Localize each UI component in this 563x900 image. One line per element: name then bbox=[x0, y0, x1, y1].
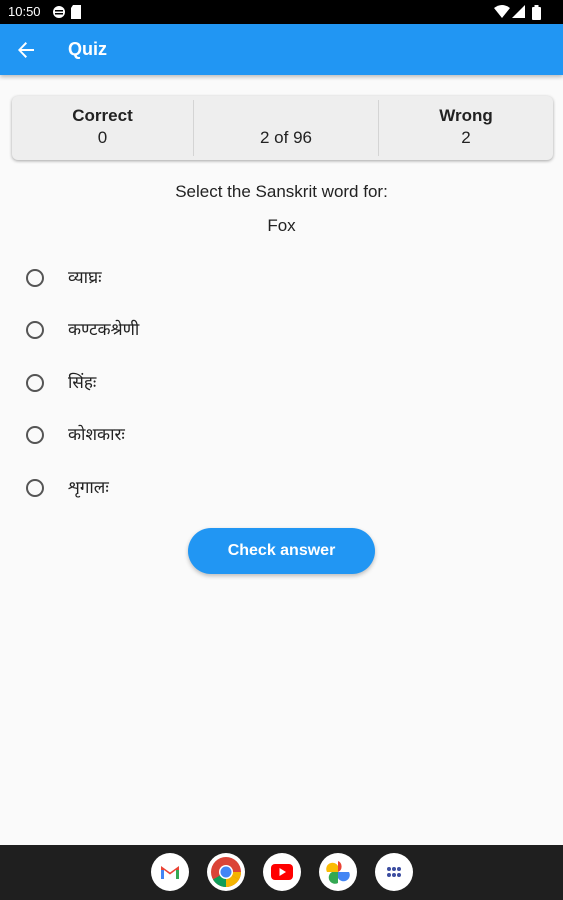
option-label: कोशकारः bbox=[68, 425, 125, 444]
status-time: 10:50 bbox=[8, 4, 41, 19]
question-prompt: Select the Sanskrit word for: bbox=[175, 182, 388, 201]
correct-label: Correct bbox=[72, 106, 133, 125]
settings-sync-icon bbox=[52, 5, 66, 24]
radio-button[interactable] bbox=[26, 479, 44, 497]
back-button[interactable] bbox=[12, 36, 40, 64]
question-word: Fox bbox=[267, 216, 296, 235]
photos-icon[interactable] bbox=[319, 853, 357, 891]
radio-button[interactable] bbox=[26, 426, 44, 444]
answer-option[interactable]: कोशकारः bbox=[24, 420, 324, 450]
sd-card-icon bbox=[70, 5, 82, 24]
radio-button[interactable] bbox=[26, 374, 44, 392]
score-card: Correct 0 2 of 96 Wrong 2 bbox=[12, 96, 553, 160]
answer-option[interactable]: कण्टकश्रेणी bbox=[24, 315, 324, 345]
app-dock bbox=[0, 845, 563, 900]
progress-value: 2 of 96 bbox=[260, 128, 312, 147]
wrong-counter: Wrong 2 bbox=[379, 96, 553, 160]
option-label: शृगालः bbox=[68, 478, 109, 497]
arrow-back-icon bbox=[12, 42, 40, 68]
correct-value: 0 bbox=[97, 128, 108, 147]
radio-button[interactable] bbox=[26, 269, 44, 287]
status-bar: 10:50 bbox=[0, 0, 563, 24]
app-drawer-icon[interactable] bbox=[375, 853, 413, 891]
youtube-icon[interactable] bbox=[263, 853, 301, 891]
correct-counter: Correct 0 bbox=[12, 96, 193, 160]
page-title: Quiz bbox=[68, 39, 107, 59]
app-bar: Quiz bbox=[0, 24, 563, 75]
check-answer-button[interactable]: Check answer bbox=[188, 528, 375, 574]
gmail-icon[interactable] bbox=[151, 853, 189, 891]
answer-option[interactable]: शृगालः bbox=[24, 473, 324, 503]
answer-option[interactable]: व्याघ्रः bbox=[24, 263, 324, 293]
wrong-value: 2 bbox=[461, 128, 471, 147]
option-label: कण्टकश्रेणी bbox=[68, 320, 140, 339]
signal-icon bbox=[512, 5, 525, 24]
wifi-icon bbox=[494, 5, 510, 24]
option-label: सिंहः bbox=[68, 373, 97, 392]
wrong-label: Wrong bbox=[439, 106, 493, 125]
radio-button[interactable] bbox=[26, 321, 44, 339]
chrome-icon[interactable] bbox=[207, 853, 245, 891]
progress-counter: 2 of 96 bbox=[194, 96, 378, 160]
option-label: व्याघ्रः bbox=[68, 268, 102, 287]
battery-icon bbox=[532, 5, 541, 25]
answer-option[interactable]: सिंहः bbox=[24, 368, 324, 398]
